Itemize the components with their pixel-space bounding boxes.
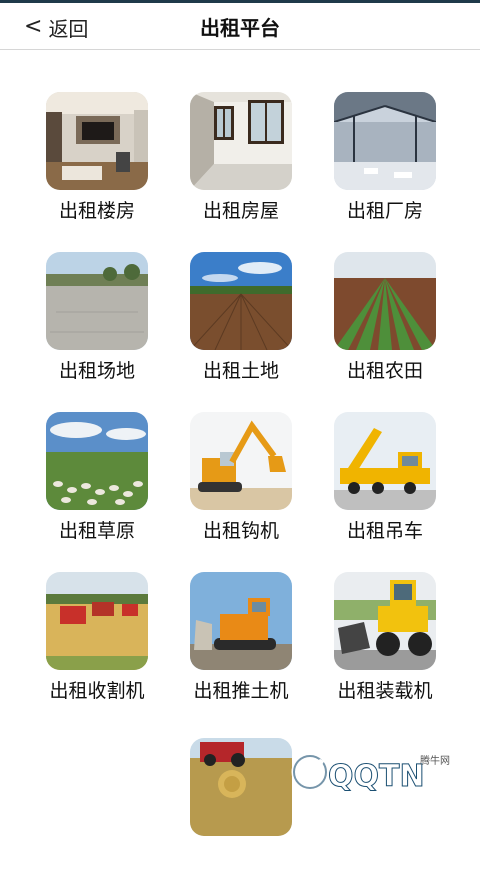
tile-label: 出租农田 xyxy=(346,360,423,382)
wheel-loader-photo xyxy=(334,572,436,670)
crane-truck-photo xyxy=(334,412,436,510)
tile-rent-house[interactable]: 出租房屋 xyxy=(176,92,306,232)
tile-rent-loader[interactable]: 出租装载机 xyxy=(320,572,450,712)
tile-rent-harvester[interactable]: 出租收割机 xyxy=(32,572,162,712)
tile-label: 出租厂房 xyxy=(346,200,423,222)
rental-category-grid: 出租楼房 出租房屋 出租厂房 出租场地 出租土地 出租农田 出租草原 出租钩机 … xyxy=(0,0,480,836)
warehouse-photo xyxy=(334,92,436,190)
tile-rent-land[interactable]: 出租土地 xyxy=(176,252,306,392)
tile-label: 出租钩机 xyxy=(202,520,279,542)
tile-label: 出租吊车 xyxy=(346,520,423,542)
tile-label: 出租装载机 xyxy=(337,680,433,702)
bulldozer-photo xyxy=(190,572,292,670)
qqtn-logo: QQTN xyxy=(291,753,425,795)
svg-text:QQTN: QQTN xyxy=(328,759,425,794)
grassland-sheep-photo xyxy=(46,412,148,510)
tile-label: 出租楼房 xyxy=(58,200,135,222)
watermark-text: 腾牛网 xyxy=(420,756,450,767)
excavator-photo xyxy=(190,412,292,510)
tile-label: 出租草原 xyxy=(58,520,135,542)
tile-rent-bulldozer[interactable]: 出租推土机 xyxy=(176,572,306,712)
tile-rent-factory[interactable]: 出租厂房 xyxy=(320,92,450,232)
tile-label: 出租土地 xyxy=(202,360,279,382)
farmland-photo xyxy=(334,252,436,350)
tile-rent-excavator[interactable]: 出租钩机 xyxy=(176,412,306,552)
building-interior-photo xyxy=(46,92,148,190)
tile-rent-baler[interactable] xyxy=(176,738,306,878)
open-site-photo xyxy=(46,252,148,350)
tile-rent-crane[interactable]: 出租吊车 xyxy=(320,412,450,552)
empty-room-photo xyxy=(190,92,292,190)
tile-label: 出租场地 xyxy=(58,360,135,382)
tile-rent-building[interactable]: 出租楼房 xyxy=(32,92,162,232)
harvester-photo xyxy=(46,572,148,670)
tile-label: 出租房屋 xyxy=(202,200,279,222)
hay-baler-photo xyxy=(190,738,292,836)
tile-label: 出租收割机 xyxy=(49,680,145,702)
tile-rent-farmland[interactable]: 出租农田 xyxy=(320,252,450,392)
qqtn-watermark: QQTN 腾牛网 xyxy=(288,742,478,800)
tile-label: 出租推土机 xyxy=(193,680,289,702)
plowed-land-photo xyxy=(190,252,292,350)
tile-rent-site[interactable]: 出租场地 xyxy=(32,252,162,392)
tile-rent-grassland[interactable]: 出租草原 xyxy=(32,412,162,552)
